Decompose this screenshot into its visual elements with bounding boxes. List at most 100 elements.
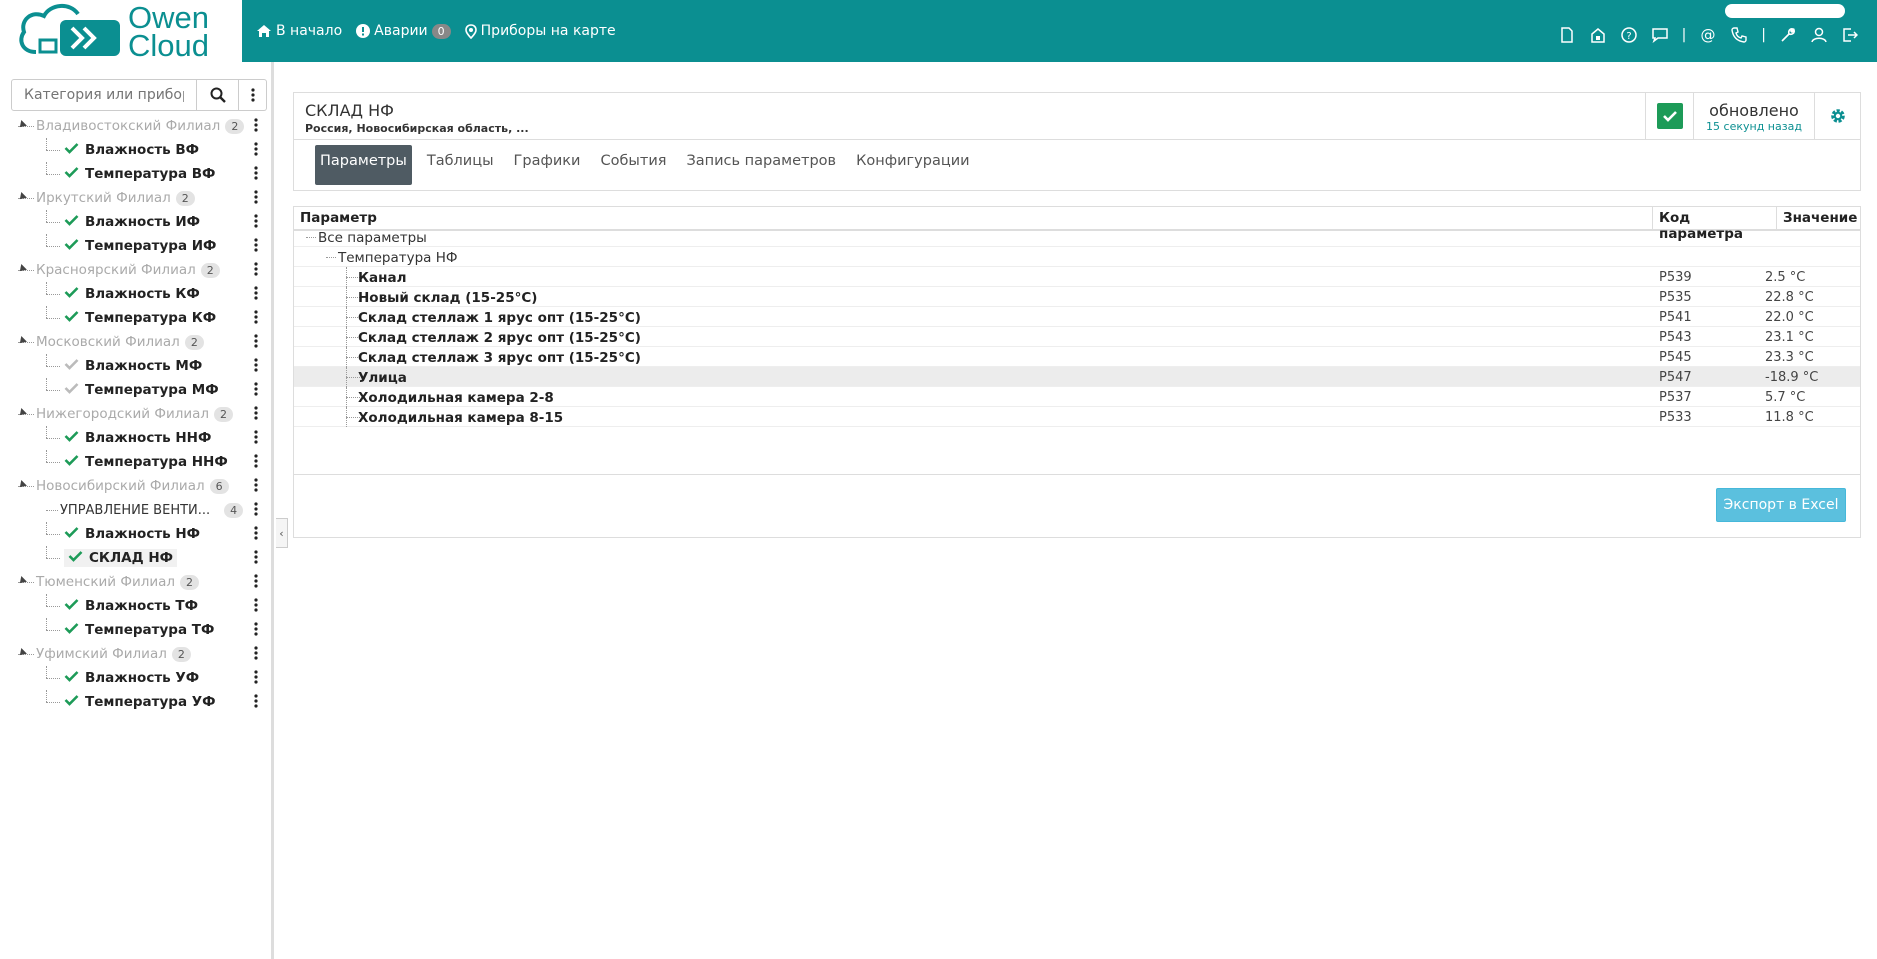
nav-alarms[interactable]: Аварии 0 — [356, 23, 451, 39]
tree-group[interactable]: Нижегородский Филиал 2 — [0, 402, 270, 426]
kebab-icon[interactable] — [254, 574, 258, 592]
expand-toggle-icon[interactable] — [17, 120, 27, 130]
kebab-icon[interactable] — [254, 670, 258, 688]
lock-house-icon[interactable] — [1589, 26, 1607, 44]
expand-toggle-icon[interactable] — [17, 480, 27, 490]
col-code[interactable]: Код параметра — [1653, 207, 1777, 242]
kebab-icon[interactable] — [254, 166, 258, 184]
export-excel-button[interactable]: Экспорт в Excel — [1716, 488, 1846, 522]
table-row[interactable]: Склад стеллаж 1 ярус опт (15-25°C) P541 22… — [294, 307, 1860, 327]
tree-device[interactable]: Температура УФ — [0, 690, 270, 714]
kebab-icon[interactable] — [254, 406, 258, 424]
user-icon[interactable] — [1810, 26, 1828, 44]
kebab-icon[interactable] — [254, 550, 258, 568]
search-button[interactable] — [197, 79, 239, 111]
tree-device[interactable]: Влажность УФ — [0, 666, 270, 690]
tree-group[interactable]: Иркутский Филиал 2 — [0, 186, 270, 210]
tree-device[interactable]: Температура ТФ — [0, 618, 270, 642]
tab-0[interactable]: Параметры — [315, 145, 412, 185]
col-value[interactable]: Значение — [1777, 207, 1860, 229]
kebab-icon[interactable] — [254, 262, 258, 280]
table-row[interactable]: Новый склад (15-25°C) P535 22.8 °C — [294, 287, 1860, 307]
phone-icon[interactable] — [1730, 26, 1748, 44]
kebab-icon[interactable] — [254, 430, 258, 448]
tree-subgroup[interactable]: УПРАВЛЕНИЕ ВЕНТИ... 4 — [0, 498, 270, 522]
tab-5[interactable]: Конфигурации — [851, 145, 974, 185]
kebab-icon[interactable] — [254, 118, 258, 136]
check-icon — [64, 454, 79, 470]
tree-device-label: Влажность ННФ — [85, 430, 212, 446]
tree-device[interactable]: СКЛАД НФ — [0, 546, 270, 570]
table-row[interactable]: Улица P547 -18.9 °C — [294, 367, 1860, 387]
tab-1[interactable]: Таблицы — [422, 145, 499, 185]
expand-toggle-icon[interactable] — [17, 648, 27, 658]
tree-device[interactable]: Влажность ВФ — [0, 138, 270, 162]
kebab-icon[interactable] — [254, 502, 258, 520]
logout-icon[interactable] — [1841, 26, 1859, 44]
tab-4[interactable]: Запись параметров — [681, 145, 841, 185]
check-icon — [64, 694, 79, 710]
kebab-icon[interactable] — [254, 694, 258, 712]
kebab-icon[interactable] — [254, 286, 258, 304]
table-row[interactable]: Холодильная камера 2-8 P537 5.7 °C — [294, 387, 1860, 407]
tree-device[interactable]: Температура КФ — [0, 306, 270, 330]
nav-home[interactable]: В начало — [256, 23, 342, 39]
tree-group[interactable]: Красноярский Филиал 2 — [0, 258, 270, 282]
logo[interactable]: Owen Cloud — [0, 0, 242, 62]
sidebar-collapse-toggle[interactable]: ‹ — [276, 518, 288, 548]
tree-device[interactable]: Температура ННФ — [0, 450, 270, 474]
tab-3[interactable]: События — [595, 145, 671, 185]
tree-device[interactable]: Влажность МФ — [0, 354, 270, 378]
tree-device[interactable]: Влажность КФ — [0, 282, 270, 306]
kebab-icon[interactable] — [254, 382, 258, 400]
tree-device[interactable]: Влажность ИФ — [0, 210, 270, 234]
at-icon[interactable]: @ — [1699, 26, 1717, 44]
tree-device[interactable]: Влажность ТФ — [0, 594, 270, 618]
tree-group[interactable]: Уфимский Филиал 2 — [0, 642, 270, 666]
table-row[interactable]: Склад стеллаж 3 ярус опт (15-25°C) P545 23… — [294, 347, 1860, 367]
kebab-icon[interactable] — [254, 238, 258, 256]
kebab-icon[interactable] — [254, 598, 258, 616]
kebab-icon[interactable] — [254, 358, 258, 376]
tree-group[interactable]: Тюменский Филиал 2 — [0, 570, 270, 594]
tree-group[interactable]: Новосибирский Филиал 6 — [0, 474, 270, 498]
col-param[interactable]: Параметр — [294, 207, 1653, 229]
kebab-icon[interactable] — [254, 454, 258, 472]
table-row[interactable]: Канал P539 2.5 °C — [294, 267, 1860, 287]
kebab-icon[interactable] — [254, 310, 258, 328]
expand-toggle-icon[interactable] — [17, 576, 27, 586]
tree-device[interactable]: Температура ВФ — [0, 162, 270, 186]
file-icon[interactable] — [1558, 26, 1576, 44]
chat-icon[interactable] — [1651, 26, 1669, 44]
tree-group[interactable]: Владивостокский Филиал 2 — [0, 114, 270, 138]
kebab-icon[interactable] — [254, 478, 258, 496]
kebab-icon[interactable] — [254, 334, 258, 352]
kebab-icon[interactable] — [254, 646, 258, 664]
tree-group[interactable]: Московский Филиал 2 — [0, 330, 270, 354]
expand-toggle-icon[interactable] — [17, 192, 27, 202]
expand-toggle-icon[interactable] — [17, 336, 27, 346]
tree-device[interactable]: Влажность НФ — [0, 522, 270, 546]
settings-button[interactable] — [1814, 93, 1860, 139]
sidebar-menu-button[interactable] — [239, 79, 267, 111]
tree-device[interactable]: Температура ИФ — [0, 234, 270, 258]
kebab-icon[interactable] — [254, 190, 258, 208]
expand-toggle-icon[interactable] — [17, 408, 27, 418]
kebab-icon[interactable] — [254, 142, 258, 160]
kebab-icon[interactable] — [254, 214, 258, 232]
help-icon[interactable]: ? — [1620, 26, 1638, 44]
table-row[interactable]: Склад стеллаж 2 ярус опт (15-25°C) P543 23… — [294, 327, 1860, 347]
kebab-icon[interactable] — [254, 526, 258, 544]
table-row[interactable]: Все параметры — [294, 227, 1860, 247]
search-input[interactable] — [11, 79, 197, 111]
table-row[interactable]: Температура НФ — [294, 247, 1860, 267]
tree-device[interactable]: Влажность ННФ — [0, 426, 270, 450]
wrench-icon[interactable] — [1779, 26, 1797, 44]
expand-toggle-icon[interactable] — [17, 264, 27, 274]
kebab-icon[interactable] — [254, 622, 258, 640]
main-nav: В начало Аварии 0 Приборы на карте — [256, 0, 630, 62]
nav-map[interactable]: Приборы на карте — [464, 23, 616, 39]
table-row[interactable]: Холодильная камера 8-15 P533 11.8 °C — [294, 407, 1860, 427]
tab-2[interactable]: Графики — [509, 145, 586, 185]
tree-device[interactable]: Температура МФ — [0, 378, 270, 402]
